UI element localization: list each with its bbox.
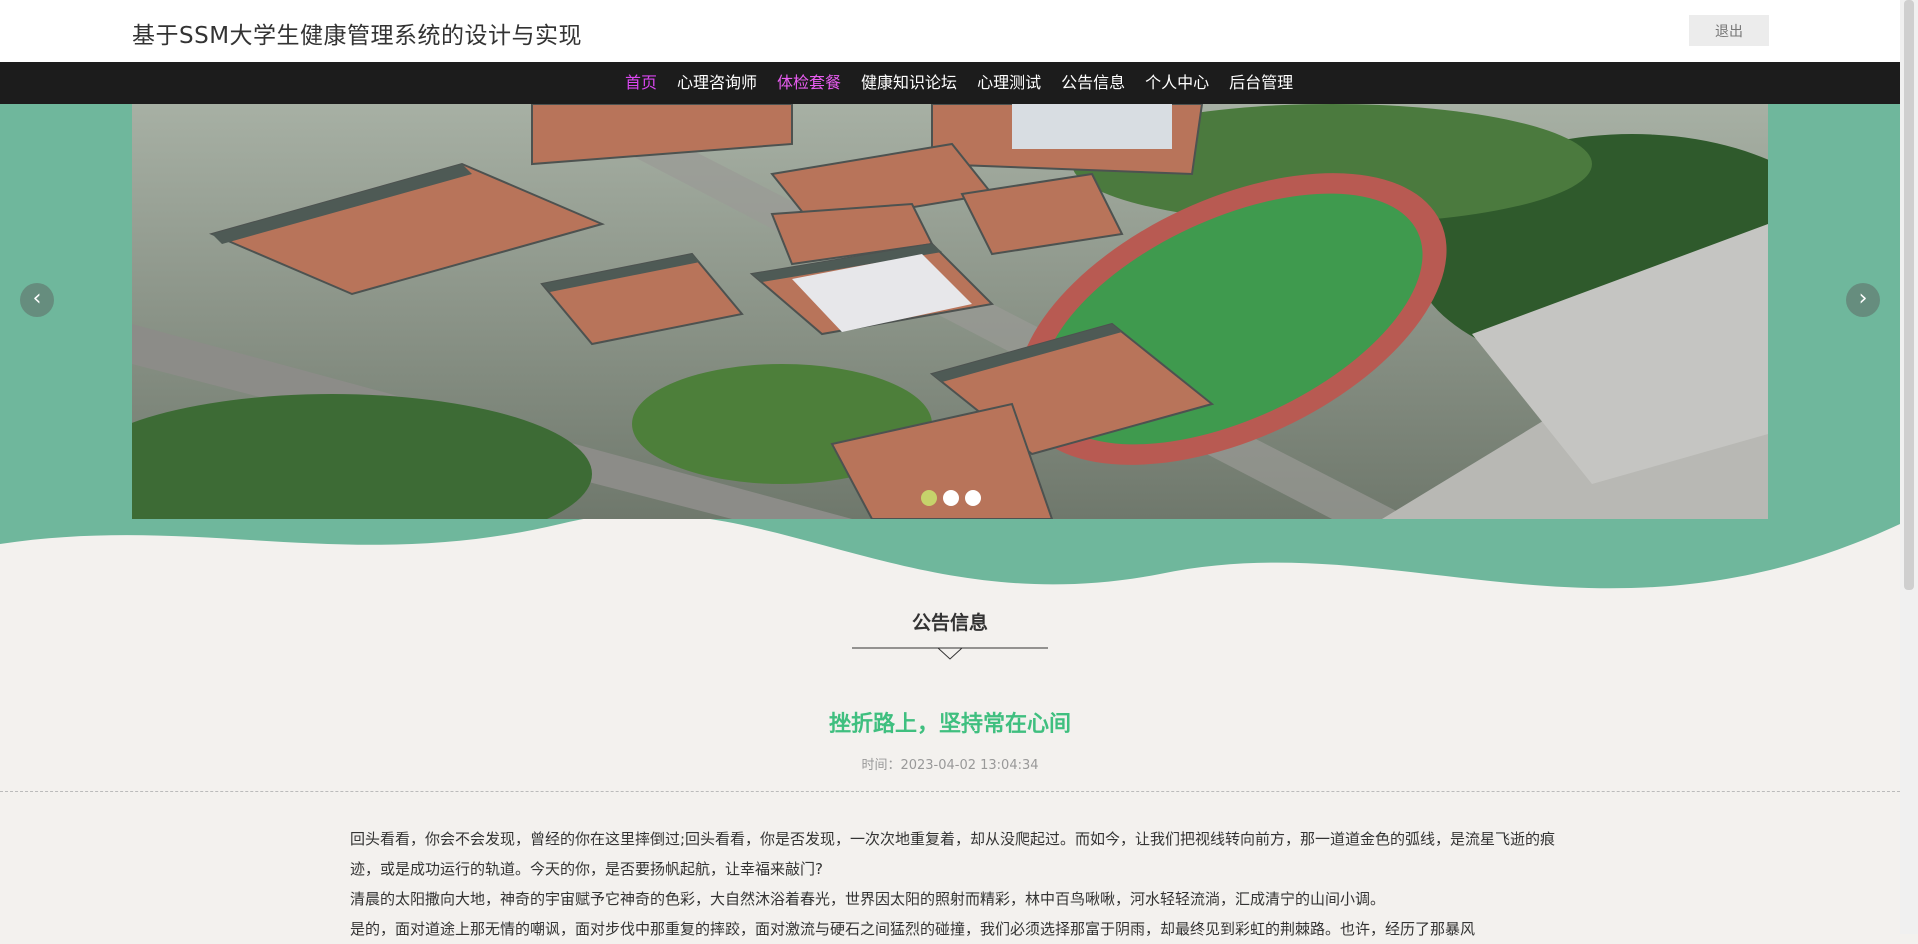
nav-list: 首页 心理咨询师 体检套餐 健康知识论坛 心理测试 公告信息 个人中心 后台管理 bbox=[615, 62, 1303, 104]
site-title: 基于SSM大学生健康管理系统的设计与实现 bbox=[132, 23, 583, 49]
carousel-prev-arrow[interactable]: ‹ bbox=[20, 283, 54, 317]
nav-item-checkup-packages[interactable]: 体检套餐 bbox=[767, 62, 851, 104]
carousel-dot-3[interactable] bbox=[965, 490, 981, 506]
carousel-next-arrow[interactable]: › bbox=[1846, 283, 1880, 317]
carousel-dots bbox=[921, 490, 981, 506]
notice-paragraph: 回头看看，你会不会发现，曾经的你在这里摔倒过;回头看看，你是否发现，一次次地重复… bbox=[350, 830, 1556, 878]
notice-title[interactable]: 挫折路上，坚持常在心间 bbox=[0, 706, 1900, 738]
logout-button[interactable]: 退出 bbox=[1689, 15, 1769, 46]
top-header: 基于SSM大学生健康管理系统的设计与实现 退出 bbox=[0, 0, 1900, 62]
carousel-dot-2[interactable] bbox=[943, 490, 959, 506]
campus-aerial-image bbox=[132, 104, 1768, 519]
title-underline-icon bbox=[852, 647, 1048, 660]
nav-item-admin[interactable]: 后台管理 bbox=[1219, 62, 1303, 104]
nav-item-psych-test[interactable]: 心理测试 bbox=[967, 62, 1051, 104]
notice-paragraph: 清晨的太阳撒向大地，神奇的宇宙赋予它神奇的色彩，大自然沐浴着春光，世界因太阳的照… bbox=[350, 890, 1386, 908]
divider bbox=[0, 791, 1900, 792]
page-scrollbar-thumb[interactable] bbox=[1904, 0, 1914, 590]
nav-item-health-forum[interactable]: 健康知识论坛 bbox=[851, 62, 967, 104]
notice-time: 时间：2023-04-02 13:04:34 bbox=[861, 758, 1039, 773]
nav-item-counselors[interactable]: 心理咨询师 bbox=[667, 62, 767, 104]
nav-item-announcements[interactable]: 公告信息 bbox=[1051, 62, 1135, 104]
notice-paragraph: 是的，面对道途上那无情的嘲讽，面对步伐中那重复的摔跤，面对激流与硬石之间猛烈的碰… bbox=[350, 920, 1476, 938]
notice-content: 回头看看，你会不会发现，曾经的你在这里摔倒过;回头看看，你是否发现，一次次地重复… bbox=[350, 824, 1560, 944]
banner-carousel bbox=[132, 104, 1768, 519]
section-title: 公告信息 bbox=[911, 612, 988, 634]
nav-item-profile[interactable]: 个人中心 bbox=[1135, 62, 1219, 104]
carousel-dot-1[interactable] bbox=[921, 490, 937, 506]
main-nav: 首页 心理咨询师 体检套餐 健康知识论坛 心理测试 公告信息 个人中心 后台管理 bbox=[0, 62, 1900, 104]
nav-item-home[interactable]: 首页 bbox=[615, 62, 667, 104]
